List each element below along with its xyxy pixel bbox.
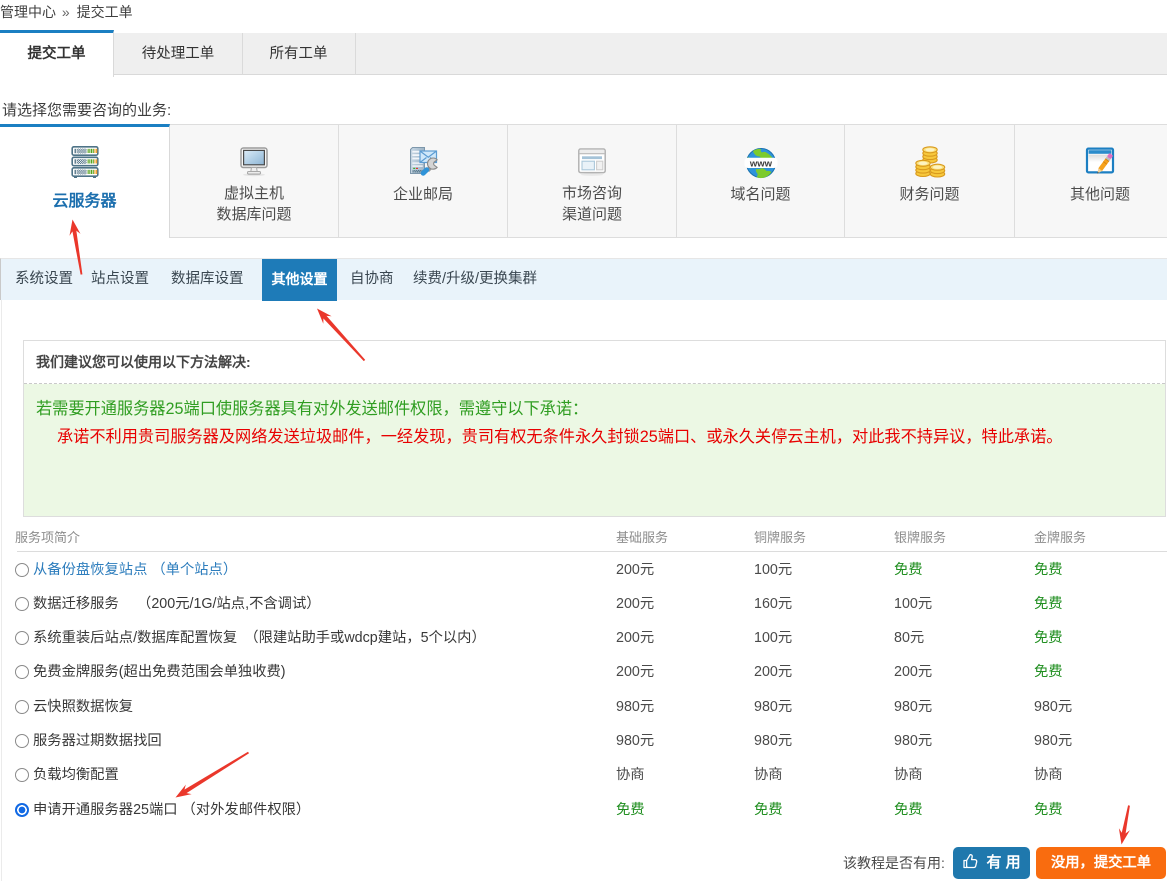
svg-text:www: www xyxy=(748,158,772,169)
